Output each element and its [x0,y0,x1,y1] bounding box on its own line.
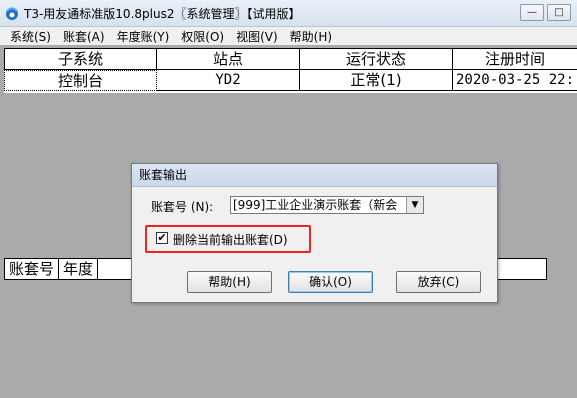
column-header-year[interactable]: 年度 [59,259,99,279]
window-title: T3-用友通标准版10.8plus2〖系统管理〗【试用版】 [24,7,301,21]
column-header-status[interactable]: 运行状态 [300,49,453,70]
column-header-account-number[interactable]: 账套号 [5,259,60,279]
account-export-dialog: 账套输出 账套号 (N): [999]工业企业演示账套（新会 ▼ ✔ 删除当前输… [131,163,498,303]
cancel-button[interactable]: 放弃(C) [396,271,481,293]
column-header-subsystem[interactable]: 子系统 [4,49,157,70]
cell-station: YD2 [157,70,300,91]
dropdown-arrow-icon[interactable]: ▼ [406,197,423,213]
column-header-register-time[interactable]: 注册时间 [453,49,577,70]
subsystem-table: 子系统 站点 运行状态 注册时间 控制台 YD2 正常(1) 2020-03-2… [4,48,577,93]
title-bar: T3-用友通标准版10.8plus2〖系统管理〗【试用版】 — □ [0,0,577,27]
menu-help[interactable]: 帮助(H) [284,28,338,45]
account-number-select[interactable]: [999]工业企业演示账套（新会 ▼ [230,196,424,214]
column-header-station[interactable]: 站点 [157,49,300,70]
maximize-button[interactable]: □ [547,4,571,21]
dialog-title: 账套输出 [132,164,497,187]
menu-system[interactable]: 系统(S) [0,28,57,45]
menu-year-account[interactable]: 年度账(Y) [111,28,176,45]
window-controls: — □ [520,4,571,21]
menu-account[interactable]: 账套(A) [57,28,111,45]
cell-subsystem: 控制台 [4,70,157,91]
table-row[interactable]: 控制台 YD2 正常(1) 2020-03-25 22: [4,70,577,91]
delete-account-label[interactable]: 删除当前输出账套(D) [173,231,288,248]
menu-view[interactable]: 视图(V) [230,28,284,45]
menu-permission[interactable]: 权限(O) [175,28,230,45]
delete-account-checkbox[interactable]: ✔ [156,232,168,244]
cell-register-time: 2020-03-25 22: [453,70,577,91]
account-number-value: [999]工业企业演示账套（新会 [233,198,398,212]
confirm-button[interactable]: 确认(O) [288,271,373,293]
table-header-row: 子系统 站点 运行状态 注册时间 [4,49,577,70]
account-number-label: 账套号 (N): [151,200,214,214]
checkmark-icon: ✔ [157,231,167,244]
help-button[interactable]: 帮助(H) [187,271,272,293]
menu-bar: 系统(S) 账套(A) 年度账(Y) 权限(O) 视图(V) 帮助(H) [0,27,577,45]
minimize-button[interactable]: — [520,4,544,21]
cell-status: 正常(1) [300,70,453,91]
app-logo-icon [6,7,18,20]
